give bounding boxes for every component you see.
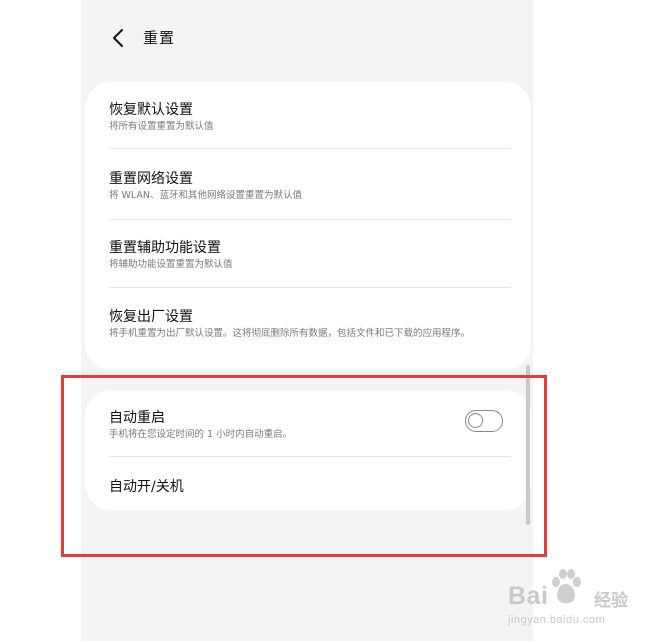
item-subtitle: 将辅助功能设置重置为默认值 [109, 259, 233, 270]
auto-restart-item[interactable]: 自动重启 手机将在您设定时间的 1 小时内自动重启。 [85, 390, 531, 456]
item-title: 自动开/关机 [109, 479, 184, 495]
item-title: 恢复出厂设置 [109, 309, 193, 325]
reset-network-settings-item[interactable]: 重置网络设置 将 WLAN、蓝牙和其他网络设置重置为默认值 [85, 149, 531, 219]
auto-power-on-off-item[interactable]: 自动开/关机 [85, 457, 531, 510]
scrollbar[interactable] [526, 365, 530, 525]
baidu-jingyan-watermark: Bai 经验 jingyan.baidu.com [508, 568, 653, 638]
item-subtitle: 将手机重置为出厂默认设置。这将彻底删除所有数据，包括文件和已下载的应用程序。 [109, 328, 471, 339]
restore-default-settings-item[interactable]: 恢复默认设置 将所有设置重置为默认值 [85, 82, 531, 150]
baidu-paw-icon [552, 569, 581, 604]
auto-restart-toggle[interactable] [465, 410, 503, 432]
item-subtitle: 将所有设置重置为默认值 [109, 121, 214, 132]
item-title: 重置网络设置 [109, 171, 193, 187]
watermark-jingyan: 经验 [594, 591, 628, 610]
chevron-left-icon [113, 29, 123, 47]
item-title: 自动重启 [109, 410, 165, 426]
item-title: 重置辅助功能设置 [109, 240, 221, 256]
settings-screen: 重置 恢复默认设置 将所有设置重置为默认值 重置网络设置 将 WLAN、蓝牙和其… [81, 0, 533, 641]
reset-accessibility-settings-item[interactable]: 重置辅助功能设置 将辅助功能设置重置为默认值 [85, 220, 531, 288]
watermark-url: jingyan.baidu.com [508, 614, 606, 626]
reset-options-card: 恢复默认设置 将所有设置重置为默认值 重置网络设置 将 WLAN、蓝牙和其他网络… [85, 82, 531, 370]
item-title: 恢复默认设置 [109, 102, 193, 118]
watermark-brand: Bai [508, 582, 549, 610]
factory-reset-item[interactable]: 恢复出厂设置 将手机重置为出厂默认设置。这将彻底删除所有数据，包括文件和已下载的… [85, 288, 531, 370]
auto-restart-card: 自动重启 手机将在您设定时间的 1 小时内自动重启。 自动开/关机 [85, 390, 531, 510]
page-title: 重置 [143, 29, 176, 47]
item-subtitle: 将 WLAN、蓝牙和其他网络设置重置为默认值 [109, 190, 303, 201]
toggle-knob [468, 413, 483, 428]
back-button[interactable] [105, 24, 133, 52]
item-subtitle: 手机将在您设定时间的 1 小时内自动重启。 [109, 429, 293, 440]
app-header: 重置 [81, 0, 533, 76]
